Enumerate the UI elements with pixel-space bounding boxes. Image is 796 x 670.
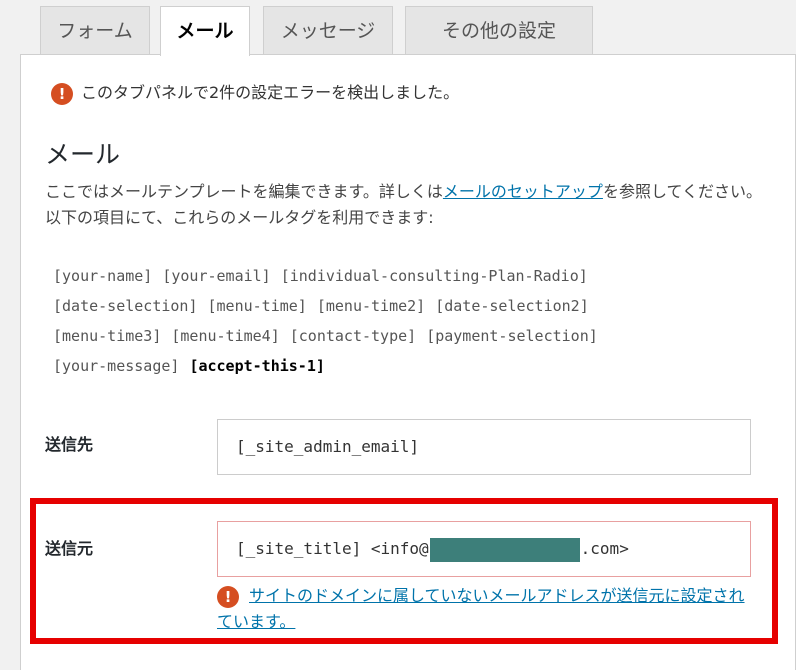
to-label: 送信先: [45, 435, 94, 454]
to-field[interactable]: [_site_admin_email]: [217, 419, 751, 475]
description-text-after: を参照してください。: [602, 182, 762, 201]
tab-messages[interactable]: メッセージ: [263, 6, 393, 54]
red-highlight-box: [30, 498, 778, 644]
mail-tag: [your-message]: [53, 357, 180, 375]
mail-description: ここではメールテンプレートを編集できます。詳しくはメールのセットアップを参照して…: [45, 179, 765, 231]
mail-tag: [your-name]: [53, 267, 153, 285]
mail-tag: [date-selection2]: [435, 297, 589, 315]
to-field-value: [_site_admin_email]: [236, 437, 420, 456]
tags-intro: 以下の項目にて、これらのメールタグを利用できます:: [45, 208, 434, 227]
mail-setup-link[interactable]: メールのセットアップ: [443, 182, 603, 201]
mail-tag: [menu-time3]: [53, 327, 162, 345]
tab-additional-settings[interactable]: その他の設定: [405, 6, 593, 54]
description-text-before: ここではメールテンプレートを編集できます。詳しくは: [45, 182, 443, 201]
mail-tag: [menu-time]: [207, 297, 307, 315]
mail-tag: [payment-selection]: [426, 327, 598, 345]
mail-tag: [your-email]: [162, 267, 271, 285]
mail-tag: [menu-time2]: [316, 297, 426, 315]
tab-mail[interactable]: メール: [160, 6, 250, 56]
mail-tag: [contact-type]: [289, 327, 417, 345]
error-icon: !: [51, 82, 73, 105]
mail-tag: [menu-time4]: [171, 327, 280, 345]
tab-error-text: このタブパネルで2件の設定エラーを検出しました。: [81, 83, 460, 102]
mail-tag: [date-selection]: [53, 297, 198, 315]
mail-tag-list: [your-name] [your-email] [individual-consu…: [53, 261, 753, 381]
mail-tag-required: [accept-this-1]: [189, 357, 325, 375]
section-title: メール: [45, 140, 121, 169]
tab-form[interactable]: フォーム: [40, 6, 150, 54]
tab-error-notice: ! このタブパネルで2件の設定エラーを検出しました。: [51, 79, 459, 105]
mail-tag: [individual-consulting-Plan-Radio]: [280, 267, 588, 285]
